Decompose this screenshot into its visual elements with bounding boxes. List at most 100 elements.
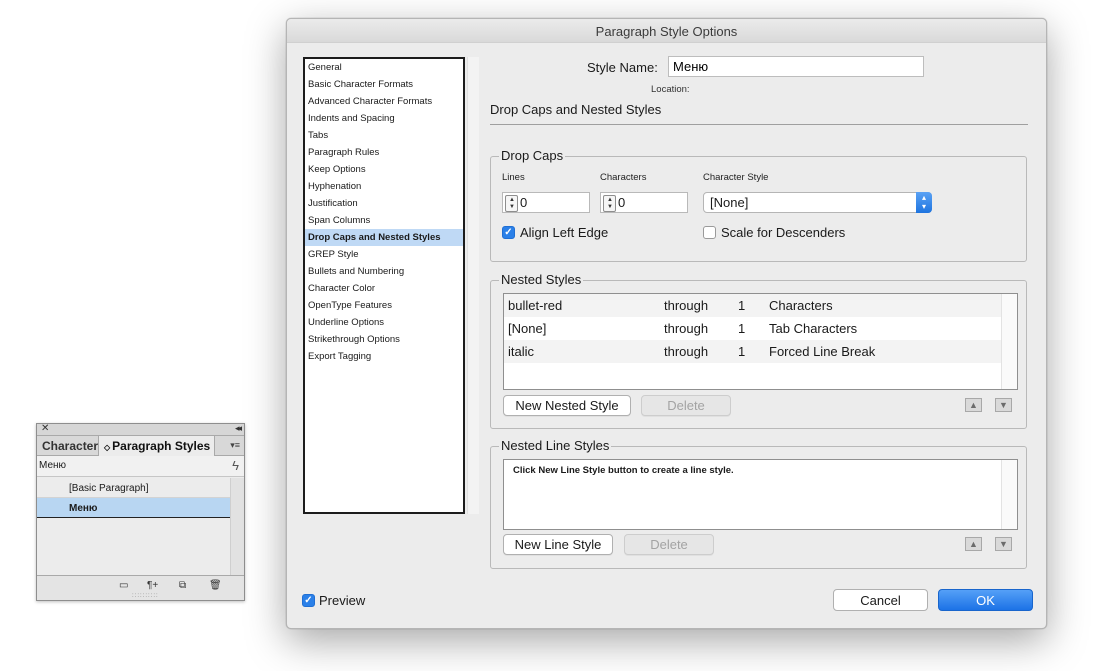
characters-stepper-arrows[interactable]: ▲ ▼ — [603, 195, 616, 212]
nested-style-name[interactable]: [None] — [508, 321, 546, 336]
category-basic-character-formats[interactable]: Basic Character Formats — [305, 76, 463, 93]
move-up-icon[interactable]: ▲ — [965, 398, 982, 412]
new-line-style-button[interactable]: New Line Style — [503, 534, 613, 555]
nested-style-unit[interactable]: Characters — [769, 298, 833, 313]
nested-style-mode[interactable]: through — [664, 344, 708, 359]
scale-for-descenders-label[interactable]: Scale for Descenders — [721, 225, 845, 240]
move-down-icon[interactable]: ▼ — [995, 398, 1012, 412]
clear-overrides-icon[interactable]: ¶+ — [147, 580, 158, 591]
nested-style-unit[interactable]: Forced Line Break — [769, 344, 875, 359]
stepper-down-icon[interactable]: ▼ — [509, 204, 515, 210]
category-indents-and-spacing[interactable]: Indents and Spacing — [305, 110, 463, 127]
panel-scrollbar[interactable] — [230, 478, 244, 576]
align-left-edge-label[interactable]: Align Left Edge — [520, 225, 608, 240]
nested-styles-title: Nested Styles — [499, 272, 584, 287]
preview-checkbox[interactable]: ✓ — [302, 594, 315, 607]
table-row[interactable]: bullet-red through 1 Characters — [504, 294, 1017, 317]
nested-line-styles-title: Nested Line Styles — [499, 438, 612, 453]
lines-value[interactable]: 0 — [520, 195, 527, 210]
cancel-button[interactable]: Cancel — [833, 589, 928, 611]
panel-footer: ▭ ¶+ ⧉ 🗑 :::::::::: — [37, 575, 244, 600]
section-divider — [490, 124, 1028, 125]
category-advanced-character-formats[interactable]: Advanced Character Formats — [305, 93, 463, 110]
list-item-selected[interactable]: Меню — [37, 498, 230, 518]
characters-value[interactable]: 0 — [618, 195, 625, 210]
category-character-color[interactable]: Character Color — [305, 280, 463, 297]
nested-style-count[interactable]: 1 — [738, 321, 745, 336]
category-underline-options[interactable]: Underline Options — [305, 314, 463, 331]
paragraph-styles-list: [Basic Paragraph] Меню — [37, 478, 230, 576]
characters-stepper[interactable]: ▲ ▼ 0 — [600, 192, 688, 213]
nested-styles-scrollbar[interactable] — [1001, 294, 1017, 389]
paragraph-style-options-dialog: Paragraph Style Options General Basic Ch… — [286, 18, 1047, 629]
current-style-row: Меню ϟ — [37, 456, 244, 477]
character-style-select[interactable]: [None] ▴ ▾ — [703, 192, 932, 213]
characters-label: Characters — [600, 172, 647, 183]
panel-tabs: Character S ◇Paragraph Styles ▾≡ — [37, 436, 244, 457]
tab-paragraph-styles-label: Paragraph Styles — [112, 439, 211, 453]
resize-grip-icon[interactable]: :::::::::: — [132, 593, 159, 599]
scale-for-descenders-checkbox[interactable] — [703, 226, 716, 239]
collapse-icon[interactable]: ◂◂ — [235, 423, 242, 434]
category-scrollbar[interactable] — [467, 57, 479, 514]
new-style-icon[interactable]: ⧉ — [179, 580, 186, 591]
category-justification[interactable]: Justification — [305, 195, 463, 212]
nested-style-count[interactable]: 1 — [738, 344, 745, 359]
table-row[interactable]: italic through 1 Forced Line Break — [504, 340, 1017, 363]
nested-line-styles-hint: Click New Line Style button to create a … — [513, 465, 734, 476]
new-nested-style-button[interactable]: New Nested Style — [503, 395, 631, 416]
delete-line-style-button[interactable]: Delete — [624, 534, 714, 555]
category-drop-caps-nested-styles[interactable]: Drop Caps and Nested Styles — [305, 229, 463, 246]
category-hyphenation[interactable]: Hyphenation — [305, 178, 463, 195]
nested-style-count[interactable]: 1 — [738, 298, 745, 313]
stepper-up-icon[interactable]: ▲ — [607, 197, 613, 203]
character-style-label: Character Style — [703, 172, 769, 183]
stepper-down-icon[interactable]: ▼ — [607, 204, 613, 210]
move-up-icon[interactable]: ▲ — [965, 537, 982, 551]
panel-menu-icon[interactable]: ▾≡ — [230, 440, 240, 451]
nested-style-name[interactable]: italic — [508, 344, 534, 359]
lines-stepper-arrows[interactable]: ▲ ▼ — [505, 195, 518, 212]
select-arrows-icon[interactable]: ▴ ▾ — [916, 192, 932, 213]
panel-title-bar: ✕ ◂◂ — [37, 423, 244, 436]
close-icon[interactable]: ✕ — [41, 423, 49, 434]
nested-line-styles-scrollbar[interactable] — [1001, 460, 1017, 529]
lines-stepper[interactable]: ▲ ▼ 0 — [502, 192, 590, 213]
category-keep-options[interactable]: Keep Options — [305, 161, 463, 178]
category-opentype-features[interactable]: OpenType Features — [305, 297, 463, 314]
nested-style-unit[interactable]: Tab Characters — [769, 321, 857, 336]
category-strikethrough-options[interactable]: Strikethrough Options — [305, 331, 463, 348]
align-left-edge-checkbox[interactable]: ✓ — [502, 226, 515, 239]
list-item[interactable]: [Basic Paragraph] — [37, 478, 230, 498]
category-grep-style[interactable]: GREP Style — [305, 246, 463, 263]
nested-styles-group: Nested Styles bullet-red through 1 Chara… — [490, 272, 1027, 429]
nested-styles-table: bullet-red through 1 Characters [None] t… — [503, 293, 1018, 390]
table-row[interactable]: [None] through 1 Tab Characters — [504, 317, 1017, 340]
tab-arrows-icon: ◇ — [104, 443, 111, 452]
current-style-name: Меню — [39, 460, 67, 471]
quick-apply-icon[interactable]: ϟ — [232, 458, 239, 473]
lines-label: Lines — [502, 172, 525, 183]
category-paragraph-rules[interactable]: Paragraph Rules — [305, 144, 463, 161]
category-bullets-and-numbering[interactable]: Bullets and Numbering — [305, 263, 463, 280]
nested-line-styles-list: Click New Line Style button to create a … — [503, 459, 1018, 530]
tab-paragraph-styles[interactable]: ◇ Paragraph Styles — [99, 436, 216, 457]
style-name-input[interactable] — [668, 56, 924, 77]
nested-style-mode[interactable]: through — [664, 321, 708, 336]
folder-icon[interactable]: ▭ — [119, 580, 128, 591]
section-title: Drop Caps and Nested Styles — [490, 102, 662, 117]
tab-character-styles[interactable]: Character S — [37, 436, 99, 455]
nested-style-mode[interactable]: through — [664, 298, 708, 313]
category-span-columns[interactable]: Span Columns — [305, 212, 463, 229]
preview-label[interactable]: Preview — [319, 593, 365, 608]
character-style-value: [None] — [710, 195, 749, 210]
nested-style-name[interactable]: bullet-red — [508, 298, 562, 313]
ok-button[interactable]: OK — [938, 589, 1033, 611]
trash-icon[interactable]: 🗑 — [209, 580, 222, 591]
category-export-tagging[interactable]: Export Tagging — [305, 348, 463, 365]
category-tabs[interactable]: Tabs — [305, 127, 463, 144]
move-down-icon[interactable]: ▼ — [995, 537, 1012, 551]
delete-nested-style-button[interactable]: Delete — [641, 395, 731, 416]
category-general[interactable]: General — [305, 59, 463, 76]
stepper-up-icon[interactable]: ▲ — [509, 197, 515, 203]
